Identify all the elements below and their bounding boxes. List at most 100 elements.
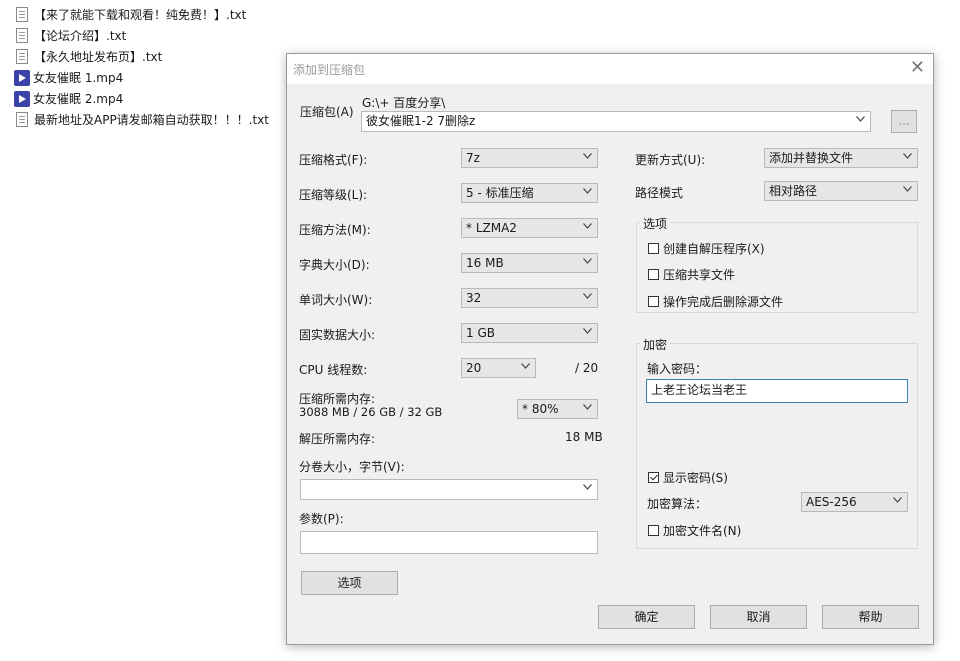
show-password-checkbox[interactable]: 显示密码(S) (648, 469, 728, 486)
add-to-archive-dialog: 添加到压缩包 ✕ 压缩包(A) G:\+ 百度分享\ 彼女催眠1-2 7删除z … (286, 53, 934, 645)
file-item[interactable]: 【来了就能下载和观看！纯免费！】.txt (14, 4, 269, 25)
checkbox-box (648, 472, 659, 483)
options-group-title: 选项 (640, 215, 671, 232)
chevron-down-icon (903, 153, 912, 159)
encryption-group-title: 加密 (640, 336, 671, 353)
dict-select[interactable]: 16 MB (461, 253, 598, 273)
params-input[interactable] (300, 531, 598, 554)
archive-name-value: 彼女催眠1-2 7删除z (366, 114, 476, 128)
threads-label: CPU 线程数: (299, 363, 368, 377)
path-mode-select[interactable]: 相对路径 (764, 181, 918, 201)
file-name: 女友催眠 1.mp4 (33, 71, 124, 85)
shared-files-checkbox[interactable]: 压缩共享文件 (648, 266, 735, 283)
browse-button[interactable]: ... (891, 110, 917, 133)
format-select[interactable]: 7z (461, 148, 598, 168)
archive-label: 压缩包(A) (300, 105, 354, 119)
dict-value: 16 MB (466, 256, 504, 270)
file-item[interactable]: 女友催眠 2.mp4 (14, 88, 269, 109)
method-value: * LZMA2 (466, 221, 517, 235)
cancel-button[interactable]: 取消 (710, 605, 807, 629)
chevron-down-icon (583, 153, 592, 159)
threads-select[interactable]: 20 (461, 358, 536, 378)
chevron-down-icon (583, 484, 592, 490)
mem-decompress-label: 解压所需内存: (299, 432, 376, 446)
level-value: 5 - 标准压缩 (466, 186, 534, 200)
delete-source-label: 操作完成后删除源文件 (663, 295, 784, 309)
help-button[interactable]: 帮助 (822, 605, 919, 629)
file-name: 女友催眠 2.mp4 (33, 92, 124, 106)
encryption-method-label: 加密算法： (647, 497, 708, 511)
word-select[interactable]: 32 (461, 288, 598, 308)
solid-label: 固实数据大小: (299, 328, 376, 342)
split-size-combo[interactable] (300, 479, 598, 500)
file-item[interactable]: 最新地址及APP请发邮箱自动获取！！！.txt (14, 109, 269, 130)
file-list: 【来了就能下载和观看！纯免费！】.txt 【论坛介绍】.txt 【永久地址发布页… (14, 4, 269, 130)
mem-percent-select[interactable]: * 80% (517, 399, 598, 419)
file-name: 【永久地址发布页】.txt (34, 50, 163, 64)
password-label: 输入密码： (647, 362, 708, 376)
chevron-down-icon (856, 116, 865, 122)
path-mode-value: 相对路径 (769, 184, 818, 198)
shared-files-label: 压缩共享文件 (663, 268, 736, 282)
mem-percent-value: * 80% (522, 402, 559, 416)
video-file-icon (14, 69, 30, 86)
mem-compress-detail: 3088 MB / 26 GB / 32 GB (299, 405, 443, 419)
update-label: 更新方式(U): (635, 153, 706, 167)
word-label: 单词大小(W): (299, 293, 373, 307)
checkbox-box (648, 296, 659, 307)
title-bar: 添加到压缩包 ✕ (287, 54, 933, 84)
update-mode-value: 添加并替换文件 (769, 151, 854, 165)
encrypt-names-checkbox[interactable]: 加密文件名(N) (648, 522, 741, 539)
file-item[interactable]: 【论坛介绍】.txt (14, 25, 269, 46)
file-item[interactable]: 女友催眠 1.mp4 (14, 67, 269, 88)
solid-select[interactable]: 1 GB (461, 323, 598, 343)
solid-value: 1 GB (466, 326, 495, 340)
chevron-down-icon (583, 328, 592, 334)
params-label: 参数(P): (299, 512, 344, 526)
password-input[interactable]: 上老王论坛当老王 (646, 379, 908, 403)
chevron-down-icon (583, 293, 592, 299)
show-password-label: 显示密码(S) (663, 471, 728, 485)
archive-name-combo[interactable]: 彼女催眠1-2 7删除z (361, 111, 871, 132)
update-mode-select[interactable]: 添加并替换文件 (764, 148, 918, 168)
close-icon[interactable]: ✕ (910, 57, 925, 78)
method-select[interactable]: * LZMA2 (461, 218, 598, 238)
split-label: 分卷大小，字节(V): (299, 460, 405, 474)
chevron-down-icon (583, 188, 592, 194)
threads-max: / 20 (575, 361, 599, 375)
format-label: 压缩格式(F): (299, 153, 368, 167)
path-mode-label: 路径模式 (635, 186, 684, 200)
file-name: 【来了就能下载和观看！纯免费！】.txt (34, 8, 247, 22)
sfx-label: 创建自解压程序(X) (663, 242, 765, 256)
options-button[interactable]: 选项 (301, 571, 398, 595)
file-name: 最新地址及APP请发邮箱自动获取！！！.txt (34, 113, 270, 127)
video-file-icon (14, 90, 30, 107)
method-label: 压缩方法(M): (299, 223, 371, 237)
file-name: 【论坛介绍】.txt (34, 29, 127, 43)
text-file-icon (16, 112, 28, 127)
encryption-method-select[interactable]: AES-256 (801, 492, 908, 512)
checkbox-box (648, 243, 659, 254)
chevron-down-icon (893, 497, 902, 503)
delete-source-checkbox[interactable]: 操作完成后删除源文件 (648, 293, 783, 310)
chevron-down-icon (521, 363, 530, 369)
mem-decompress-value: 18 MB (565, 430, 603, 444)
text-file-icon (16, 28, 28, 43)
chevron-down-icon (903, 186, 912, 192)
file-item[interactable]: 【永久地址发布页】.txt (14, 46, 269, 67)
ok-button[interactable]: 确定 (598, 605, 695, 629)
chevron-down-icon (583, 258, 592, 264)
dict-label: 字典大小(D): (299, 258, 370, 272)
text-file-icon (16, 7, 28, 22)
checkbox-box (648, 269, 659, 280)
dialog-title: 添加到压缩包 (293, 63, 366, 77)
sfx-checkbox[interactable]: 创建自解压程序(X) (648, 240, 765, 257)
checkbox-box (648, 525, 659, 536)
threads-value: 20 (466, 361, 482, 375)
encrypt-names-label: 加密文件名(N) (663, 524, 742, 538)
text-file-icon (16, 49, 28, 64)
level-label: 压缩等级(L): (299, 188, 368, 202)
level-select[interactable]: 5 - 标准压缩 (461, 183, 598, 203)
word-value: 32 (466, 291, 482, 305)
encryption-method-value: AES-256 (806, 495, 857, 509)
